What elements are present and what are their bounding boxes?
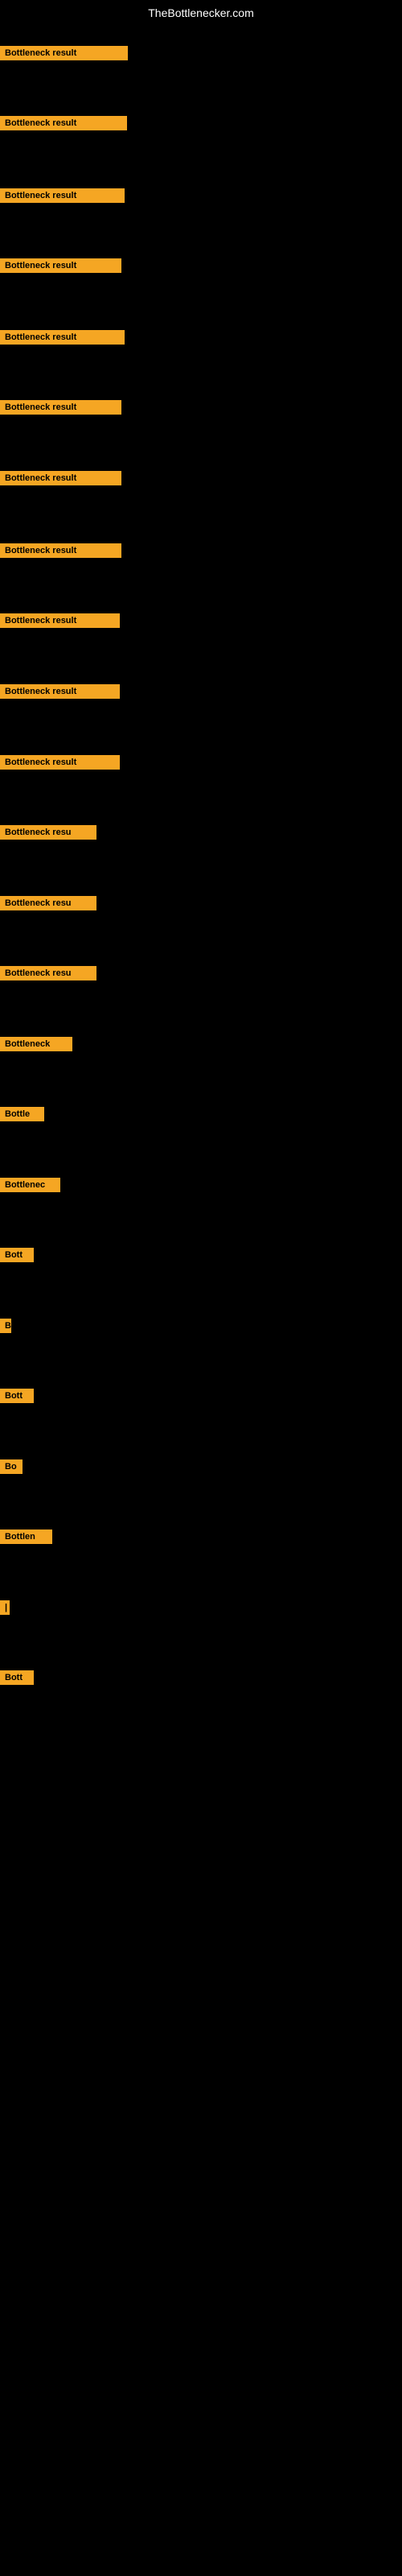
bottleneck-row: Bottleneck result — [0, 684, 402, 703]
bottleneck-badge[interactable]: Bott — [0, 1670, 34, 1685]
bottleneck-row: Bott — [0, 1670, 402, 1689]
bottleneck-badge[interactable]: Bottleneck result — [0, 400, 121, 415]
bottleneck-badge[interactable]: Bottleneck result — [0, 46, 128, 60]
bottleneck-row: Bottleneck result — [0, 400, 402, 419]
bottleneck-row: Bottlenec — [0, 1178, 402, 1196]
bottleneck-badge[interactable]: Bottleneck result — [0, 471, 121, 485]
bottleneck-badge[interactable]: Bottleneck result — [0, 755, 120, 770]
bottleneck-badge[interactable]: Bottleneck result — [0, 116, 127, 130]
bottleneck-row: Bottleneck — [0, 1037, 402, 1055]
bottleneck-badge[interactable]: Bottleneck result — [0, 613, 120, 628]
bottleneck-badge[interactable]: Bottleneck result — [0, 330, 125, 345]
bottleneck-badge[interactable]: Bottleneck resu — [0, 966, 96, 980]
bottleneck-badge[interactable]: Bottlenec — [0, 1178, 60, 1192]
bottleneck-badge[interactable]: Bottleneck result — [0, 258, 121, 273]
bottleneck-row: Bottleneck result — [0, 188, 402, 207]
bottleneck-badge[interactable]: Bottleneck resu — [0, 825, 96, 840]
bottleneck-badge[interactable]: Bottleneck result — [0, 188, 125, 203]
bottleneck-row: B — [0, 1319, 402, 1337]
bottleneck-badge[interactable]: Bott — [0, 1248, 34, 1262]
bottleneck-row: Bottleneck resu — [0, 825, 402, 844]
bottleneck-row: Bottleneck result — [0, 471, 402, 489]
bottleneck-row: Bott — [0, 1248, 402, 1266]
bottleneck-badge[interactable]: Bottleneck resu — [0, 896, 96, 910]
bottleneck-badge[interactable]: Bott — [0, 1389, 34, 1403]
bottleneck-badge[interactable]: Bo — [0, 1459, 23, 1474]
bottleneck-badge[interactable]: B — [0, 1319, 11, 1333]
bottleneck-row: | — [0, 1600, 402, 1619]
bottleneck-row: Bottleneck result — [0, 46, 402, 64]
bottleneck-row: Bottleneck resu — [0, 966, 402, 985]
bottleneck-row: Bottle — [0, 1107, 402, 1125]
bottleneck-badge[interactable]: Bottleneck result — [0, 543, 121, 558]
bottleneck-row: Bottleneck result — [0, 116, 402, 134]
bottleneck-row: Bottleneck resu — [0, 896, 402, 914]
bottleneck-row: Bottlen — [0, 1530, 402, 1548]
bottleneck-row: Bottleneck result — [0, 330, 402, 349]
bottleneck-badge[interactable]: Bottlen — [0, 1530, 52, 1544]
bottleneck-badge[interactable]: Bottle — [0, 1107, 44, 1121]
bottleneck-badge[interactable]: Bottleneck result — [0, 684, 120, 699]
bottleneck-row: Bott — [0, 1389, 402, 1407]
bottleneck-row: Bottleneck result — [0, 258, 402, 277]
bottleneck-badge[interactable]: | — [0, 1600, 10, 1615]
site-title: TheBottlenecker.com — [0, 0, 402, 27]
bottleneck-row: Bo — [0, 1459, 402, 1478]
bottleneck-row: Bottleneck result — [0, 755, 402, 774]
bottleneck-row: Bottleneck result — [0, 613, 402, 632]
bottleneck-badge[interactable]: Bottleneck — [0, 1037, 72, 1051]
bottleneck-row: Bottleneck result — [0, 543, 402, 562]
